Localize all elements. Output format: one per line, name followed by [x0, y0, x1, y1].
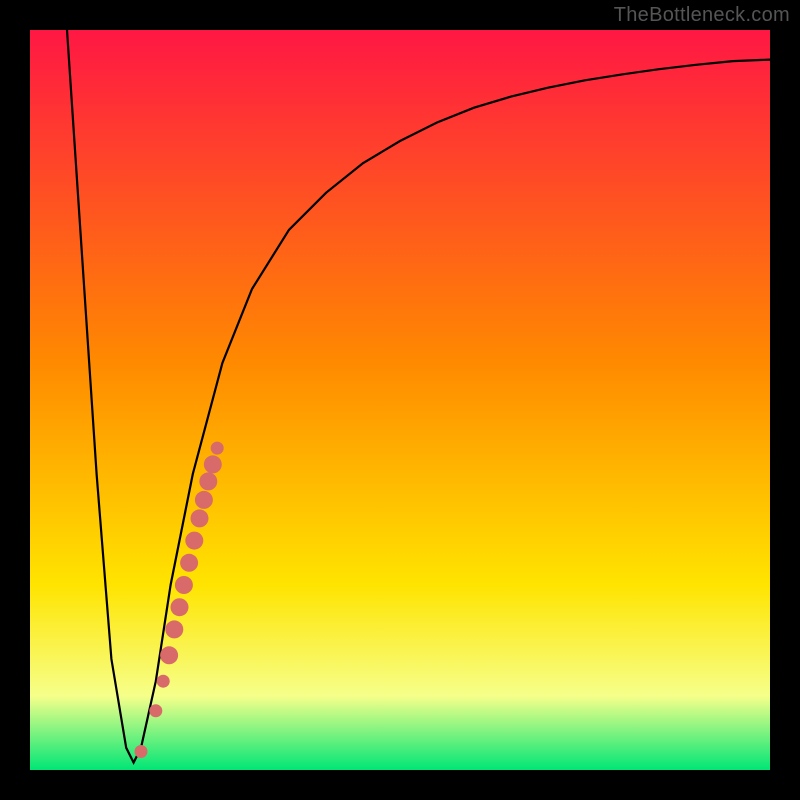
data-point: [191, 509, 209, 527]
data-point: [171, 598, 189, 616]
data-point: [160, 646, 178, 664]
data-point: [135, 745, 148, 758]
data-point: [157, 675, 170, 688]
data-point: [211, 442, 224, 455]
data-point: [185, 532, 203, 550]
data-point: [204, 455, 222, 473]
data-point: [195, 491, 213, 509]
data-point: [199, 472, 217, 490]
data-point: [175, 576, 193, 594]
chart-container: TheBottleneck.com: [0, 0, 800, 800]
data-point: [149, 704, 162, 717]
bottleneck-chart: [0, 0, 800, 800]
data-point: [165, 620, 183, 638]
data-point: [180, 554, 198, 572]
